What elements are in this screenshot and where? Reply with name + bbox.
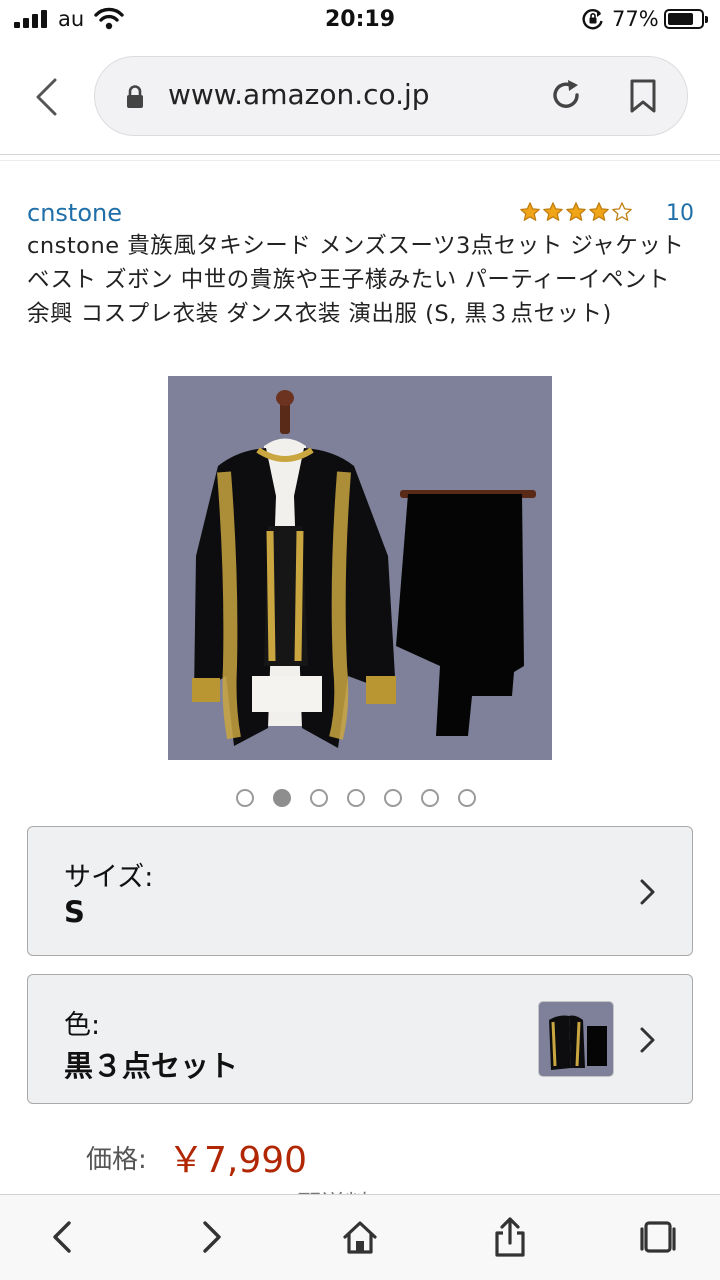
browser-bottom-toolbar (0, 1194, 720, 1280)
battery-percent: 77% (612, 7, 659, 31)
carousel-dot[interactable] (273, 789, 291, 807)
bookmark-button[interactable] (628, 78, 658, 118)
toolbar-divider (0, 160, 720, 161)
color-selector[interactable]: 色: 黒３点セット (27, 974, 693, 1104)
star-filled-icon (520, 202, 540, 221)
product-image[interactable] (168, 376, 552, 760)
home-icon (343, 1221, 377, 1254)
orientation-lock-icon (582, 8, 604, 34)
back-arrow-icon (53, 1221, 71, 1253)
star-filled-icon (566, 202, 586, 221)
url-text[interactable]: www.amazon.co.jp (168, 78, 430, 111)
color-thumbnail (538, 1001, 614, 1077)
star-filled-icon (589, 202, 609, 221)
forward-arrow-button[interactable] (190, 1215, 234, 1259)
carousel-dot[interactable] (421, 789, 439, 807)
carousel-dot[interactable] (458, 789, 476, 807)
price-label: 価格: (86, 1145, 147, 1175)
price-value: ￥7,990 (168, 1140, 308, 1181)
color-value: 黒３点セット (64, 1049, 239, 1083)
rating-count[interactable]: 10 (666, 201, 694, 226)
star-empty-icon (612, 202, 632, 221)
carousel-dot[interactable] (236, 789, 254, 807)
star-filled-icon (543, 202, 563, 221)
browser-back-button[interactable] (28, 74, 64, 120)
tabs-button[interactable] (636, 1215, 680, 1259)
battery-fill (668, 13, 693, 25)
product-title: cnstone 貴族風タキシード メンズスーツ3点セット ジャケット ベスト ズ… (27, 233, 685, 327)
size-value: S (64, 895, 85, 929)
bookmark-icon (630, 79, 656, 113)
reload-icon (553, 80, 579, 108)
size-selector[interactable]: サイズ: S (27, 826, 693, 956)
carousel-dot[interactable] (384, 789, 402, 807)
share-icon (495, 1217, 525, 1257)
status-bar: au 20:19 77% (0, 0, 720, 40)
home-button[interactable] (338, 1215, 382, 1259)
toolbar-divider (0, 154, 720, 155)
padlock-icon (124, 84, 146, 114)
forward-arrow-icon (203, 1221, 221, 1253)
size-label: サイズ: (64, 862, 154, 893)
back-chevron-icon (36, 78, 57, 116)
share-button[interactable] (488, 1215, 532, 1259)
chevron-right-icon (638, 877, 658, 911)
chevron-right-icon (638, 1025, 658, 1059)
brand-link[interactable]: cnstone (27, 199, 122, 227)
reload-button[interactable] (548, 78, 584, 118)
image-carousel-dots[interactable] (236, 789, 476, 807)
rating-stars[interactable] (519, 201, 633, 223)
tabs-icon (640, 1221, 676, 1253)
carousel-dot[interactable] (347, 789, 365, 807)
carousel-dot[interactable] (310, 789, 328, 807)
back-arrow-button[interactable] (40, 1215, 84, 1259)
color-label: 色: (64, 1010, 101, 1041)
battery-icon (664, 9, 708, 29)
